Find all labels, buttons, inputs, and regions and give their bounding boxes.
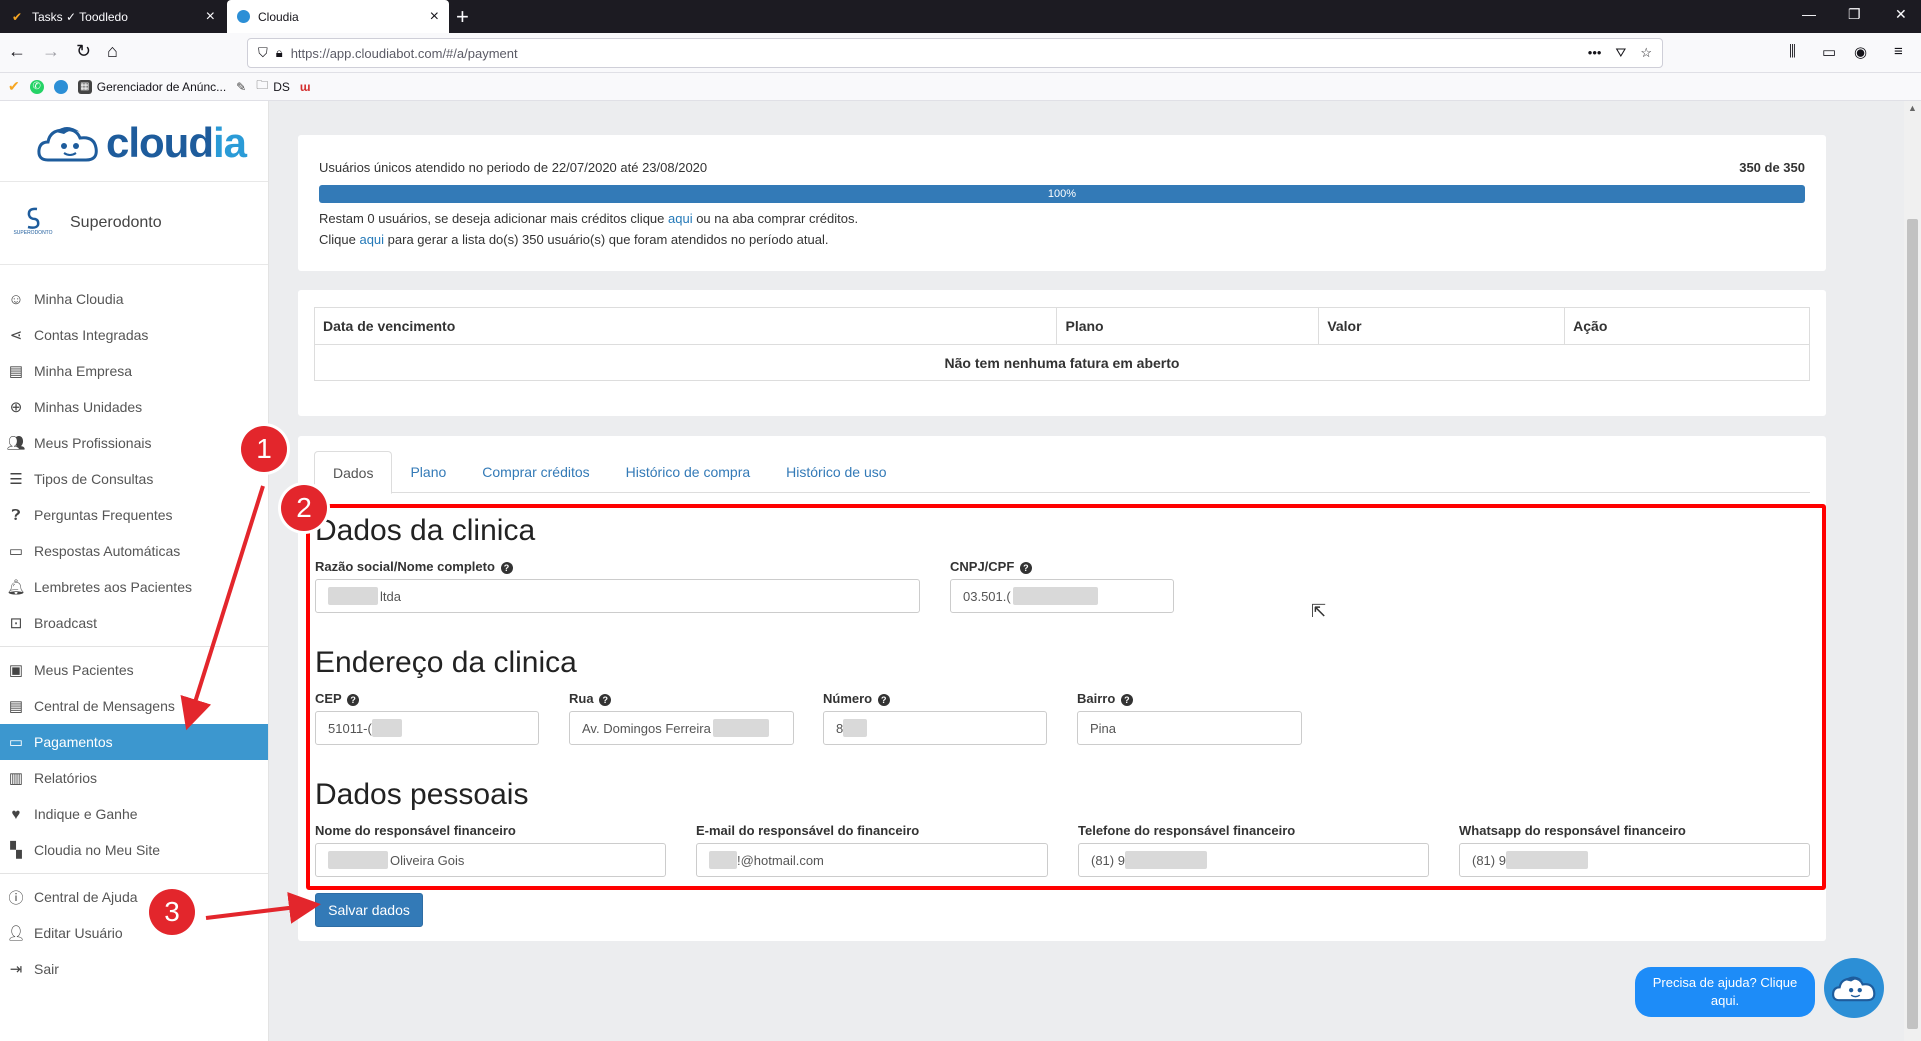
annotation-arrow-3: [205, 892, 321, 924]
cloud-mascot-icon: [1832, 976, 1876, 1002]
close-tab-icon[interactable]: ×: [206, 8, 215, 26]
annotation-arrows: [180, 485, 321, 924]
help-chat-avatar[interactable]: [1824, 958, 1884, 1018]
ads-manager-icon: ▦: [77, 79, 92, 94]
menu-icon[interactable]: ≡: [1894, 43, 1903, 60]
close-tab-icon[interactable]: ×: [430, 8, 439, 26]
bookmark-label: Gerenciador de Anúnc...: [96, 79, 227, 94]
scrollbar-thumb[interactable]: [1907, 219, 1918, 1029]
forward-icon[interactable]: →: [42, 41, 60, 62]
back-icon[interactable]: ←: [8, 41, 26, 62]
annotation-badge-1: 1: [241, 426, 287, 472]
pocket-icon[interactable]: ⛛: [1615, 45, 1626, 61]
bookmark-pen[interactable]: ✎: [236, 80, 246, 94]
browser-nav-bar: ← → ↻ ⌂ ⛉ 🔒︎ https://app.cloudiabot.com/…: [0, 33, 1921, 73]
checkmark-icon: ✔: [8, 78, 20, 94]
bookmarks-bar: ✔ ✆ ▦ Gerenciador de Anúnc... ✎ 🗀︎ DS ɯ: [0, 73, 1921, 101]
whatsapp-icon: ✆: [29, 79, 44, 94]
folder-icon: 🗀︎: [256, 78, 269, 92]
browser-tab-title: Tasks ✓ Toodledo: [32, 9, 128, 24]
bookmark-label: DS: [273, 79, 290, 94]
annotation-arrow-1: [180, 485, 265, 731]
minimize-icon[interactable]: —: [1802, 6, 1816, 22]
bookmark-cloudia[interactable]: [53, 79, 68, 94]
browser-tab-bar: ✔ Tasks ✓ Toodledo × Cloudia × + — ❐ ✕: [0, 0, 1921, 33]
home-icon[interactable]: ⌂: [107, 41, 118, 62]
browser-tab-toodledo[interactable]: ✔ Tasks ✓ Toodledo ×: [0, 0, 225, 33]
library-icon[interactable]: ⫼: [1789, 43, 1796, 60]
reload-icon[interactable]: ↻: [76, 41, 91, 62]
new-tab-icon[interactable]: +: [456, 4, 469, 30]
account-icon[interactable]: ◉: [1854, 43, 1867, 61]
lock-icon[interactable]: 🔒︎: [276, 45, 283, 61]
app-body: cloudia SUPERODONTO Superodonto ☺ Minha C…: [0, 101, 1921, 1041]
bookmark-toodledo[interactable]: ✔: [8, 78, 20, 95]
browser-tab-cloudia[interactable]: Cloudia ×: [227, 0, 449, 33]
mouse-cursor-icon: ⇱: [1311, 601, 1327, 621]
star-icon[interactable]: ☆: [1640, 45, 1652, 61]
annotation-badge-3: 3: [149, 889, 195, 935]
scroll-up-icon[interactable]: ▲: [1908, 103, 1917, 113]
window-close-icon[interactable]: ✕: [1895, 6, 1907, 23]
more-icon[interactable]: •••: [1588, 45, 1602, 61]
url-text[interactable]: https://app.cloudiabot.com/#/a/payment: [291, 46, 518, 61]
shield-icon[interactable]: ⛉: [258, 45, 268, 61]
bookmark-ds[interactable]: 🗀︎ DS: [256, 76, 290, 97]
cloudia-favicon-icon: [237, 10, 250, 23]
checkmark-icon: ✔: [11, 9, 23, 24]
bookmark-whatsapp[interactable]: ✆: [29, 79, 44, 94]
bookmark-extra[interactable]: ɯ: [300, 80, 311, 94]
page-scrollbar[interactable]: ▲: [1904, 101, 1921, 1041]
pen-icon: ✎: [236, 79, 247, 94]
help-chat-bubble[interactable]: Precisa de ajuda? Clique aqui.: [1635, 967, 1815, 1017]
sidebar-toggle-icon[interactable]: ▭: [1822, 43, 1836, 61]
browser-tab-title: Cloudia: [258, 9, 299, 24]
restore-icon[interactable]: ❐: [1848, 6, 1861, 23]
bookmark-extra-icon: ɯ: [299, 79, 311, 94]
annotation-badge-2: 2: [281, 485, 327, 531]
bookmark-ads-manager[interactable]: ▦ Gerenciador de Anúnc...: [77, 79, 227, 94]
cloudia-icon: [53, 79, 68, 94]
url-bar[interactable]: ⛉ 🔒︎ https://app.cloudiabot.com/#/a/paym…: [247, 38, 1663, 68]
